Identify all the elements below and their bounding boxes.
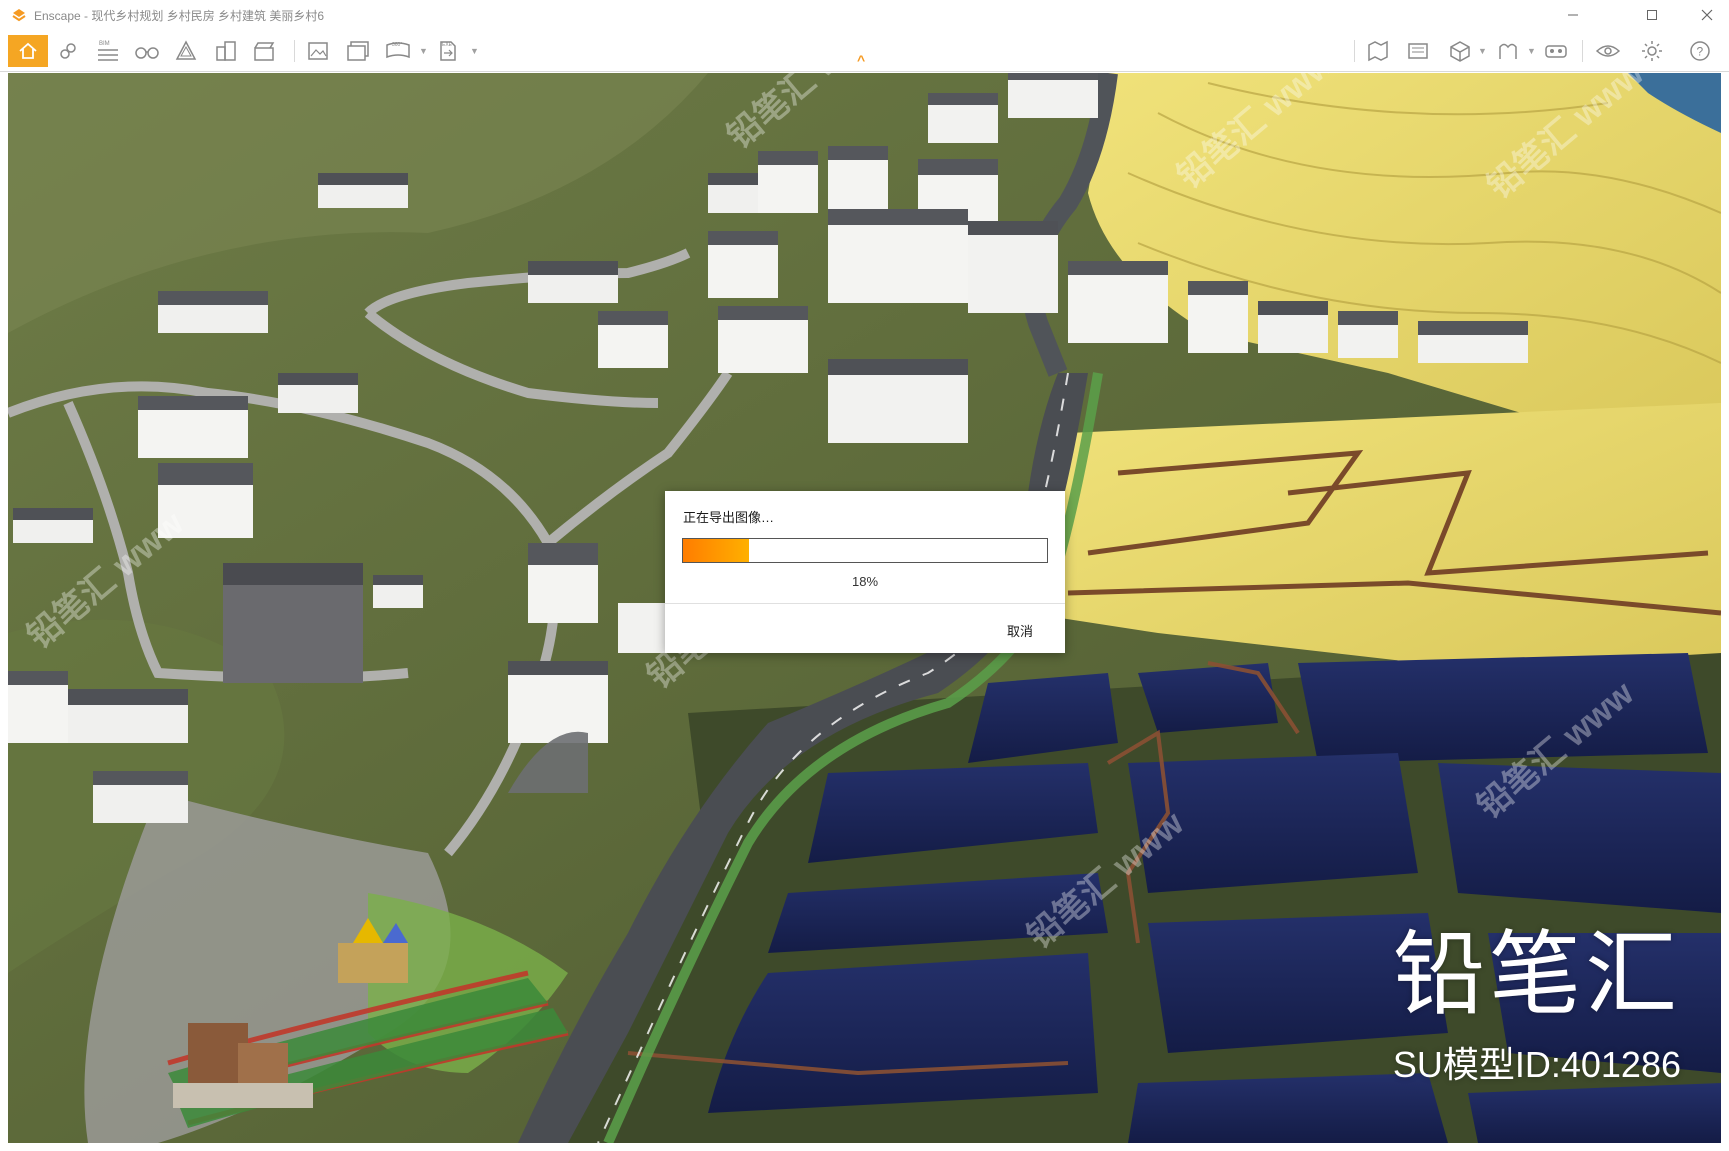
panorama-360-icon: 360° (386, 42, 410, 59)
bim-button[interactable]: BIM (92, 35, 124, 67)
home-button[interactable] (8, 35, 48, 67)
help-label: ? (1697, 45, 1704, 59)
screenshot-icon (308, 42, 328, 60)
bim-list-icon: BIM (98, 41, 118, 61)
close-button[interactable] (1685, 0, 1729, 30)
toolbar-divider (1354, 40, 1355, 62)
capture-button[interactable] (1402, 35, 1434, 67)
batch-render-icon (347, 41, 369, 61)
clapperboard-icon (254, 42, 275, 61)
watermark-brand: 铅笔汇 (1392, 924, 1681, 1026)
asset-library-button[interactable] (1444, 35, 1476, 67)
atmosphere-dropdown-caret[interactable]: ▼ (1527, 46, 1536, 56)
exe-label: EXE (442, 42, 453, 48)
toolbar-divider (294, 40, 295, 62)
toolbar-divider (1582, 40, 1583, 62)
link-icon (60, 43, 76, 59)
perspective-button[interactable] (170, 35, 202, 67)
map-button[interactable] (1362, 35, 1394, 67)
map-icon (1368, 40, 1388, 62)
watermark-model-id: SU模型ID:401286 (1392, 1044, 1681, 1085)
maximize-button[interactable] (1630, 0, 1674, 30)
main-toolbar: BIM 360° ▼ EXE ▼ ^ ▼ ▼ ? (0, 30, 1729, 72)
asset-icon (1450, 41, 1470, 62)
help-icon: ? (1690, 41, 1710, 61)
dialog-title: 正在导出图像… (683, 510, 775, 525)
progress-bar-fill (683, 539, 749, 562)
binoculars-icon (135, 47, 159, 59)
perspective-icon (175, 40, 197, 60)
title-bar: Enscape - 现代乡村规划 乡村民房 乡村建筑 美丽乡村6 (0, 0, 1729, 30)
enscape-logo-icon (12, 8, 26, 22)
enscape-window: Enscape - 现代乡村规划 乡村民房 乡村建筑 美丽乡村6 BIM 360… (0, 0, 1729, 1151)
asset-dropdown-caret[interactable]: ▼ (1478, 46, 1487, 56)
walk-mode-button[interactable] (130, 35, 164, 67)
home-icon (19, 42, 37, 59)
buildings-icon (216, 41, 236, 61)
atmosphere-button[interactable] (1492, 35, 1524, 67)
export-dropdown-caret[interactable]: ▼ (470, 46, 479, 56)
image-icon (1408, 43, 1428, 59)
panorama-button[interactable]: 360° (382, 35, 414, 67)
atmosphere-icon (1499, 43, 1517, 59)
bim-label: BIM (99, 41, 110, 47)
cancel-button[interactable]: 取消 (1007, 621, 1033, 640)
minimize-button[interactable] (1551, 0, 1595, 30)
export-progress-dialog: 正在导出图像… 18% 取消 (665, 491, 1065, 653)
visual-settings-icon (1595, 45, 1621, 57)
views-button[interactable] (210, 35, 242, 67)
batch-render-button[interactable] (342, 35, 374, 67)
exe-export-button[interactable]: EXE (432, 35, 464, 67)
window-title: Enscape - 现代乡村规划 乡村民房 乡村建筑 美丽乡村6 (34, 8, 325, 23)
panorama-label: 360° (392, 42, 402, 48)
settings-button[interactable] (1636, 35, 1668, 67)
video-editor-button[interactable] (248, 35, 280, 67)
render-image-button[interactable] (302, 35, 334, 67)
dialog-divider (665, 603, 1065, 604)
help-button[interactable]: ? (1684, 35, 1716, 67)
vr-headset-icon (1545, 45, 1567, 58)
panorama-dropdown-caret[interactable]: ▼ (419, 46, 428, 56)
exe-export-icon: EXE (440, 41, 456, 61)
visual-settings-button[interactable] (1592, 35, 1624, 67)
progress-percent: 18% (851, 574, 879, 589)
link-button[interactable] (52, 35, 84, 67)
progress-bar (682, 538, 1048, 563)
settings-gear-icon (1642, 41, 1662, 61)
vr-button[interactable] (1540, 35, 1572, 67)
collapse-toolbar-caret[interactable]: ^ (857, 52, 865, 68)
